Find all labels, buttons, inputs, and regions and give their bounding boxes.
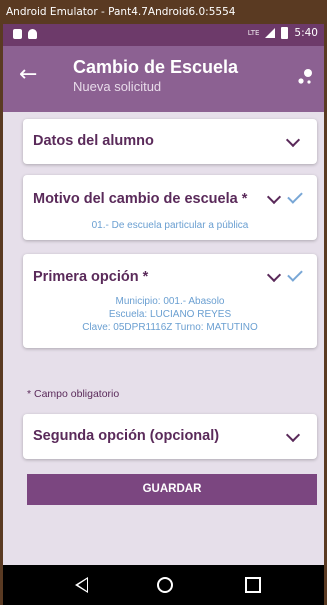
escuela-text: Escuela: LUCIANO REYES xyxy=(108,309,232,320)
android-nav-bar xyxy=(3,565,324,605)
page-title: Cambio de Escuela xyxy=(73,57,239,77)
sd-card-icon xyxy=(13,29,22,39)
motivo-card[interactable]: Motivo del cambio de escuela * 01.- De e… xyxy=(23,175,317,240)
motivo-value: 01.- De escuela particular a pública xyxy=(91,220,249,231)
form-content: Datos del alumno Motivo del cambio de es… xyxy=(3,112,324,565)
chevron-down-icon[interactable] xyxy=(266,267,282,283)
status-indicators: LTE 5:40 xyxy=(248,27,318,39)
required-field-note: * Campo obligatorio xyxy=(27,388,120,400)
guardar-button[interactable]: GUARDAR xyxy=(27,474,317,505)
chevron-down-icon[interactable] xyxy=(285,132,301,148)
datos-alumno-label: Datos del alumno xyxy=(33,133,154,149)
emulator-window-title: Android Emulator - Pant4.7Android6.0:555… xyxy=(0,0,327,24)
app-bar-titles: Cambio de Escuela Nueva solicitud xyxy=(73,56,238,96)
segunda-opcion-card[interactable]: Segunda opción (opcional) xyxy=(23,414,317,459)
chevron-down-icon[interactable] xyxy=(285,427,301,443)
chevron-down-icon[interactable] xyxy=(266,189,282,205)
clock: 5:40 xyxy=(294,27,318,39)
primera-opcion-label: Primera opción * xyxy=(33,269,149,285)
check-icon xyxy=(287,188,303,204)
municipio-text: Municipio: 001.- Abasolo xyxy=(115,296,225,307)
datos-alumno-card[interactable]: Datos del alumno xyxy=(23,119,317,164)
recents-nav-icon[interactable] xyxy=(245,577,261,593)
home-nav-icon[interactable] xyxy=(157,577,173,593)
android-icon xyxy=(28,29,37,39)
network-type: LTE xyxy=(247,29,260,37)
battery-icon xyxy=(281,27,289,39)
back-nav-icon[interactable] xyxy=(75,577,88,593)
signal-icon xyxy=(265,28,276,38)
app-bar: ← Cambio de Escuela Nueva solicitud xyxy=(3,46,324,112)
segunda-opcion-label: Segunda opción (opcional) xyxy=(33,428,220,444)
page-subtitle: Nueva solicitud xyxy=(73,79,162,94)
back-arrow-icon[interactable]: ← xyxy=(19,64,37,86)
phone-screen: LTE 5:40 ← Cambio de Escuela Nueva solic… xyxy=(3,24,324,605)
status-notifications xyxy=(13,29,37,39)
clave-turno-text: Clave: 05DPR1116Z Turno: MATUTINO xyxy=(82,322,258,333)
primera-opcion-card[interactable]: Primera opción * Municipio: 001.- Abasol… xyxy=(23,254,317,348)
motivo-label: Motivo del cambio de escuela * xyxy=(33,191,248,207)
check-icon xyxy=(287,266,303,282)
location-dots-icon[interactable] xyxy=(296,68,314,86)
status-bar: LTE 5:40 xyxy=(3,24,324,46)
